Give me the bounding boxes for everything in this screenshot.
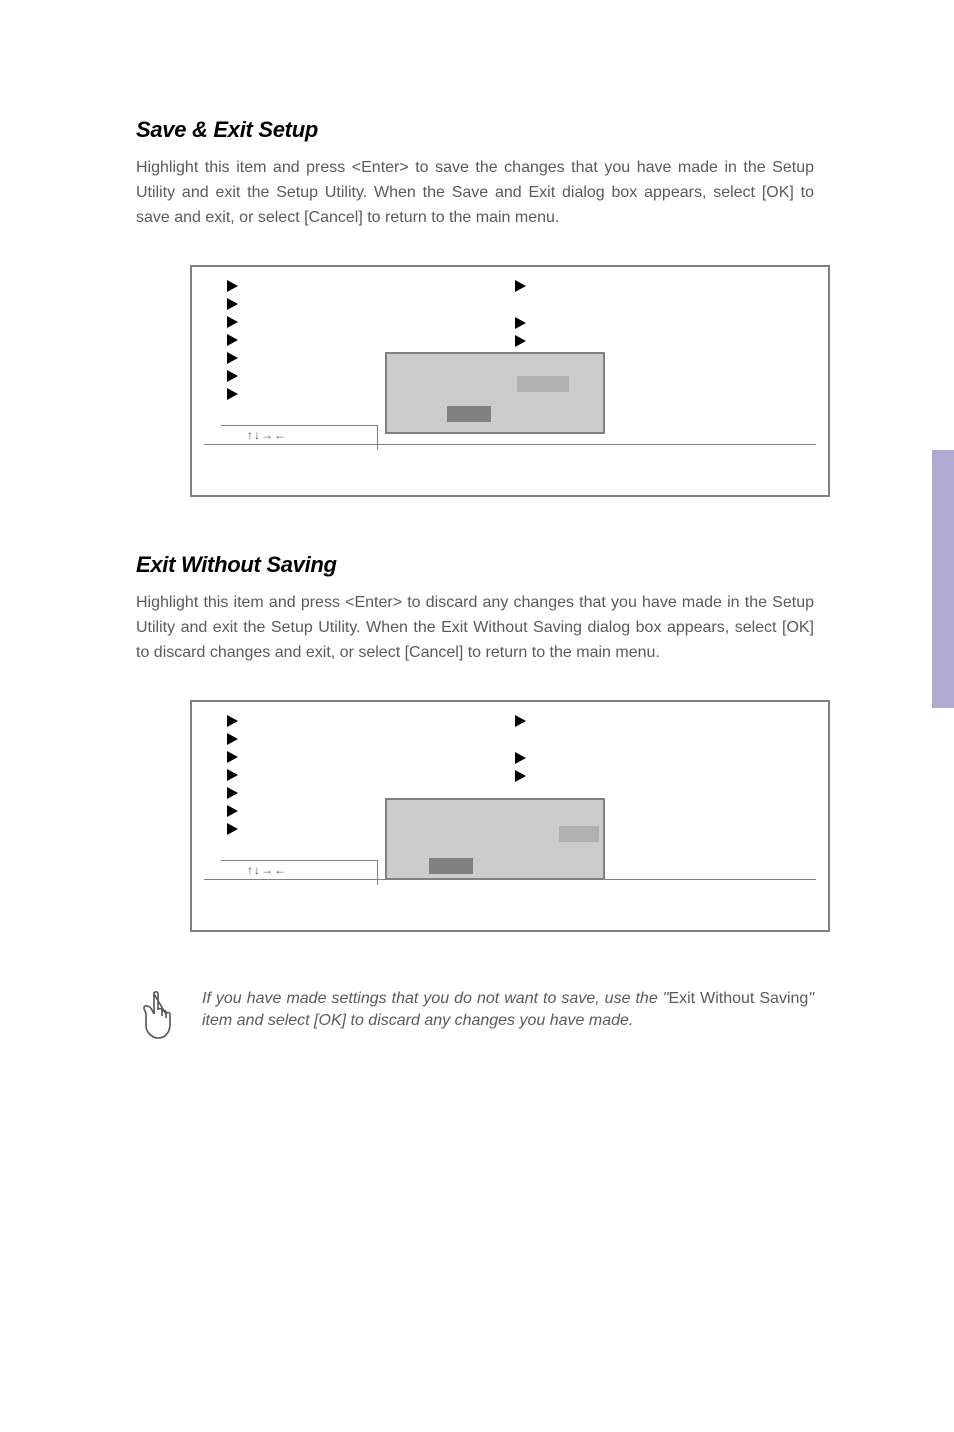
- bios-screenshot-save-exit: ↑↓→←: [190, 265, 830, 497]
- page-tab: [932, 450, 954, 708]
- menu-arrow-icon: [515, 280, 526, 292]
- menu-arrow-icon: [227, 298, 238, 310]
- bios-screenshot-exit-without-saving: ↑↓→←: [190, 700, 830, 932]
- menu-arrow-icon: [227, 715, 238, 727]
- heading-save-exit: Save & Exit Setup: [136, 117, 814, 143]
- menu-arrow-icon: [227, 316, 238, 328]
- menu-arrow-icon: [227, 352, 238, 364]
- note-nonitalic: Exit Without Saving: [668, 990, 808, 1007]
- menu-arrow-icon: [515, 317, 526, 329]
- menu-arrow-icon: [515, 715, 526, 727]
- heading-exit-without-saving: Exit Without Saving: [136, 552, 814, 578]
- menu-arrow-icon: [227, 280, 238, 292]
- menu-arrow-icon: [515, 752, 526, 764]
- paragraph-save-exit: Highlight this item and press <Enter> to…: [136, 155, 814, 230]
- menu-arrow-icon: [515, 335, 526, 347]
- paragraph-exit-without-saving: Highlight this item and press <Enter> to…: [136, 590, 814, 665]
- dialog-button: [429, 858, 473, 874]
- menu-arrow-icon: [227, 769, 238, 781]
- menu-arrow-icon: [227, 805, 238, 817]
- dialog-button: [447, 406, 491, 422]
- note-block: If you have made settings that you do no…: [136, 988, 814, 1044]
- pointing-hand-icon: [136, 988, 184, 1044]
- dialog-button: [559, 826, 599, 842]
- note-text: If you have made settings that you do no…: [202, 988, 814, 1032]
- menu-arrow-icon: [227, 733, 238, 745]
- dialog-button: [517, 376, 569, 392]
- bios-footer: [204, 444, 816, 483]
- note-part1: If you have made settings that you do no…: [202, 990, 668, 1007]
- bios-dialog-save: [385, 352, 605, 434]
- bios-footer: [204, 879, 816, 918]
- menu-arrow-icon: [515, 770, 526, 782]
- bios-dialog-quit: [385, 798, 605, 880]
- menu-arrow-icon: [227, 751, 238, 763]
- menu-arrow-icon: [227, 787, 238, 799]
- menu-arrow-icon: [227, 334, 238, 346]
- menu-arrow-icon: [227, 823, 238, 835]
- menu-arrow-icon: [227, 370, 238, 382]
- page-content: Save & Exit Setup Highlight this item an…: [0, 0, 954, 1044]
- menu-arrow-icon: [227, 388, 238, 400]
